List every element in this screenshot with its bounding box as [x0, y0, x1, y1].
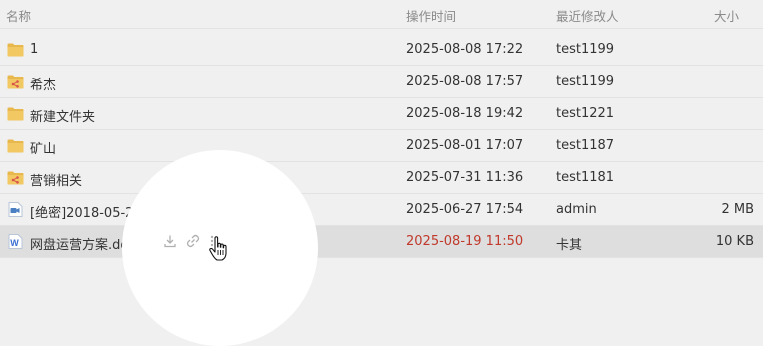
table-row[interactable]: 矿山 2025-08-01 17:07 test1187	[0, 130, 763, 162]
modified-by: admin	[556, 202, 597, 217]
file-name[interactable]: 营销相关	[30, 170, 82, 189]
modified-by: test1187	[556, 138, 615, 153]
modified-time: 2025-08-01 17:07	[406, 138, 524, 153]
hand-cursor-icon	[208, 236, 230, 266]
folder-icon	[7, 138, 24, 153]
shared-folder-icon	[7, 74, 24, 89]
modified-time: 2025-07-31 11:36	[406, 170, 524, 185]
table-header: 名称 操作时间 最近修改人 大小	[0, 0, 763, 28]
table-row[interactable]: 希杰 2025-08-08 17:57 test1199	[0, 66, 763, 98]
modified-time: 2025-08-18 19:42	[406, 106, 524, 121]
file-name[interactable]: 矿山	[30, 138, 56, 157]
file-name[interactable]: 希杰	[30, 74, 56, 93]
modified-by: 卡其	[556, 238, 583, 253]
modified-time: 2025-08-19 11:50	[406, 234, 524, 249]
table-row[interactable]: 新建文件夹 2025-08-18 19:42 test1221	[0, 98, 763, 130]
column-size-header[interactable]: 大小	[714, 6, 739, 25]
folder-icon	[7, 42, 24, 57]
folder-icon	[7, 106, 24, 121]
modified-by: test1199	[556, 42, 615, 57]
svg-text:W: W	[10, 238, 19, 248]
shared-folder-icon	[7, 170, 24, 185]
modified-by: test1181	[556, 170, 615, 185]
file-table: 名称 操作时间 最近修改人 大小 1 2025-08-08 17:22 test…	[0, 0, 763, 302]
link-icon[interactable]	[186, 234, 200, 252]
column-name-header[interactable]: 名称	[6, 6, 31, 25]
file-size: 10 KB	[715, 234, 754, 249]
column-time-header[interactable]: 操作时间	[406, 6, 456, 25]
table-row[interactable]: 1 2025-08-08 17:22 test1199	[0, 34, 763, 66]
video-file-icon	[7, 202, 24, 217]
column-user-header[interactable]: 最近修改人	[556, 6, 619, 25]
modified-time: 2025-08-08 17:22	[406, 42, 524, 57]
table-row[interactable]: W 网盘运营方案.docx 2025-08-19 11:50 卡其 10 KB	[0, 226, 763, 258]
modified-time: 2025-06-27 17:54	[406, 202, 524, 217]
file-name[interactable]: 新建文件夹	[30, 106, 95, 125]
modified-by: test1221	[556, 106, 615, 121]
word-file-icon: W	[7, 234, 24, 249]
file-name[interactable]: 1	[30, 42, 38, 57]
download-icon[interactable]	[163, 234, 177, 252]
file-size: 2 MB	[721, 202, 754, 217]
table-row[interactable]: 营销相关 2025-07-31 11:36 test1181	[0, 162, 763, 194]
modified-by: test1199	[556, 74, 615, 89]
modified-time: 2025-08-08 17:57	[406, 74, 524, 89]
table-row[interactable]: [绝密]2018-05-20 131607.mp4 2025-06-27 17:…	[0, 194, 763, 226]
